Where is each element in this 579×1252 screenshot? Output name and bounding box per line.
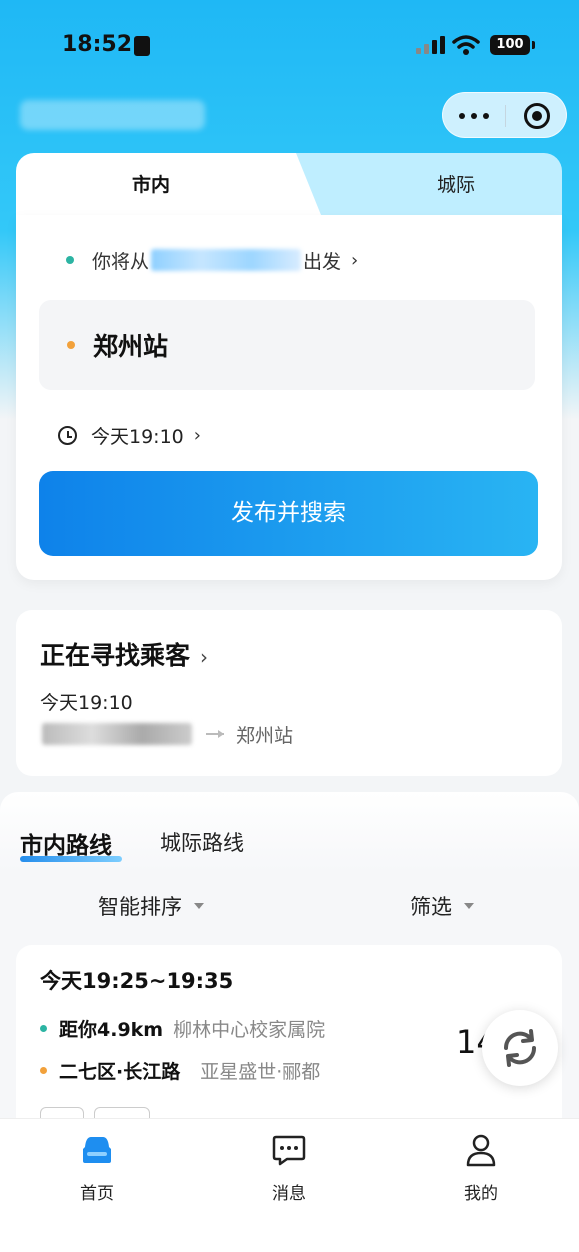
close-target-icon[interactable] [524,103,550,129]
trip-type-tabs: 市内 城际 [16,153,562,215]
route-card[interactable]: 今天19:25~19:35 距你4.9km 柳林中心校家属院 二七区·长江路 亚… [16,945,562,1145]
nav-mine-label: 我的 [464,1184,498,1204]
status-time: 18:52 [62,32,133,57]
more-dots-icon[interactable] [459,107,491,125]
route-dest-place: 亚星盛世·郦都 [200,1060,321,1083]
route-origin-place: 柳林中心校家属院 [173,1018,326,1041]
origin-dot [40,1024,47,1032]
capsule-divider [505,105,506,127]
depart-time: 今天19:10 [91,425,184,448]
page-title-blurred [20,100,205,130]
car-icon [83,1137,111,1163]
message-icon [272,1135,306,1166]
wifi-icon [452,35,480,55]
route-destination-row: 二七区·长江路 亚星盛世·郦都 [40,1057,320,1083]
nav-messages[interactable]: 消息 [229,1133,349,1204]
booking-card: 市内 城际 你将从 出发 › 郑州站 今天19:10 › 发布并搜索 [16,153,562,580]
tab-city[interactable]: 市内 [16,153,286,215]
route-time-range: 今天19:25~19:35 [40,969,234,993]
route-distance: 距你4.9km [59,1018,164,1041]
origin-prefix: 你将从 [92,250,150,273]
battery-icon: 100 [490,35,535,55]
seeking-title[interactable]: 正在寻找乘客 › [40,636,208,672]
seeking-destination: 郑州站 [236,724,294,747]
tab-intercity-routes[interactable]: 城际路线 [160,827,244,857]
nav-messages-label: 消息 [272,1184,306,1204]
origin-row[interactable]: 你将从 出发 › [66,245,358,275]
origin-dot [66,256,74,264]
refresh-button[interactable] [482,1010,558,1086]
mini-program-capsule[interactable] [442,92,567,138]
refresh-icon [503,1029,537,1067]
destination-dot [40,1066,47,1074]
id-card-icon [134,36,150,56]
tab-intercity[interactable]: 城际 [346,153,566,215]
filter-dropdown[interactable]: 筛选 [410,891,474,921]
filter-label: 筛选 [410,895,452,919]
bottom-navigation: 首页 消息 我的 [0,1118,579,1252]
arrow-right-icon [206,730,224,738]
tab-city-routes[interactable]: 市内路线 [20,826,112,860]
destination-dot [67,341,75,349]
caret-down-icon [194,903,204,909]
sort-label: 智能排序 [98,895,182,919]
status-bar: 18:52 100 [0,0,579,90]
sort-dropdown[interactable]: 智能排序 [98,891,204,921]
destination-field[interactable]: 郑州站 [39,300,535,390]
chevron-right-icon: › [193,424,201,446]
publish-search-button[interactable]: 发布并搜索 [39,471,538,556]
clock-icon [58,425,77,445]
nav-home-label: 首页 [80,1184,114,1204]
seeking-time: 今天19:10 [40,692,133,714]
seeking-title-text: 正在寻找乘客 [40,641,191,670]
caret-down-icon [464,903,474,909]
seeking-origin-blurred [42,723,192,745]
depart-time-row[interactable]: 今天19:10 › [58,420,201,450]
nav-mine[interactable]: 我的 [421,1133,541,1204]
chevron-right-icon: › [351,249,359,271]
origin-suffix: 出发 [303,250,342,273]
user-icon [466,1134,496,1167]
origin-address-blurred [151,249,302,271]
signal-icon [416,36,446,54]
seeking-passengers-card[interactable]: 正在寻找乘客 › 今天19:10 郑州站 [16,610,562,776]
destination-text: 郑州站 [93,332,169,361]
route-dest-area: 二七区·长江路 [59,1060,181,1083]
nav-home[interactable]: 首页 [37,1133,157,1204]
route-origin-row: 距你4.9km 柳林中心校家属院 [40,1015,325,1041]
chevron-right-icon: › [200,645,209,669]
seeking-route: 郑州站 [40,721,293,747]
